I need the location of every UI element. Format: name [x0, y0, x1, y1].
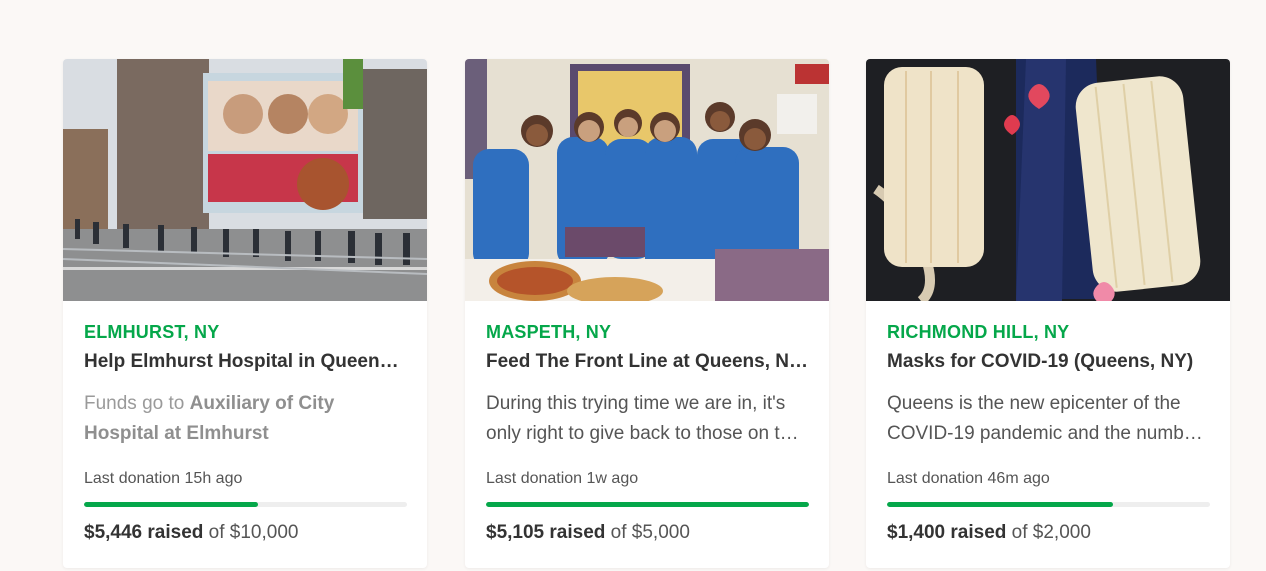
amount-raised: $1,400 raised of $2,000 — [887, 522, 1217, 544]
description: Funds go to Auxiliary of City Hospital a… — [84, 389, 406, 449]
progress-fill — [887, 502, 1114, 507]
location: RICHMOND HILL, NY — [887, 322, 1070, 342]
amount-raised: $5,105 raised of $5,000 — [486, 522, 816, 544]
fundraiser-title[interactable]: Help Elmhurst Hospital in Queens, NY — [84, 351, 406, 373]
description-prefix: Funds go to — [84, 393, 190, 414]
progress-bar — [84, 502, 407, 507]
raised-amount: $5,105 raised — [486, 522, 606, 543]
raised-amount: $1,400 raised — [887, 522, 1007, 543]
progress-fill — [84, 502, 259, 507]
progress-bar — [887, 502, 1210, 507]
fundraiser-title[interactable]: Feed The Front Line at Queens, NY Hospit… — [486, 351, 808, 373]
fundraiser-card[interactable]: RICHMOND HILL, NY Masks for COVID-19 (Qu… — [866, 59, 1230, 568]
location: MASPETH, NY — [486, 322, 612, 342]
last-donation: Last donation 1w ago — [486, 470, 639, 487]
progress-bar — [486, 502, 809, 507]
fundraiser-card[interactable]: MASPETH, NY Feed The Front Line at Queen… — [465, 59, 829, 568]
masks-photo[interactable] — [866, 59, 1230, 301]
nurses-photo[interactable] — [465, 59, 829, 301]
hospital-photo[interactable] — [63, 59, 427, 301]
amount-raised: $5,446 raised of $10,000 — [84, 522, 414, 544]
location: ELMHURST, NY — [84, 322, 220, 342]
raised-amount: $5,446 raised — [84, 522, 204, 543]
goal-amount: of $2,000 — [1011, 522, 1091, 543]
goal-amount: of $10,000 — [208, 522, 299, 543]
goal-amount: of $5,000 — [610, 522, 690, 543]
description: During this trying time we are in, it's … — [486, 393, 801, 444]
fundraiser-card[interactable]: ELMHURST, NY Help Elmhurst Hospital in Q… — [63, 59, 427, 568]
description: Queens is the new epicenter of the COVID… — [887, 393, 1201, 444]
last-donation: Last donation 15h ago — [84, 470, 243, 487]
last-donation: Last donation 46m ago — [887, 470, 1050, 487]
progress-fill — [486, 502, 809, 507]
fundraiser-title[interactable]: Masks for COVID-19 (Queens, NY) — [887, 351, 1209, 373]
